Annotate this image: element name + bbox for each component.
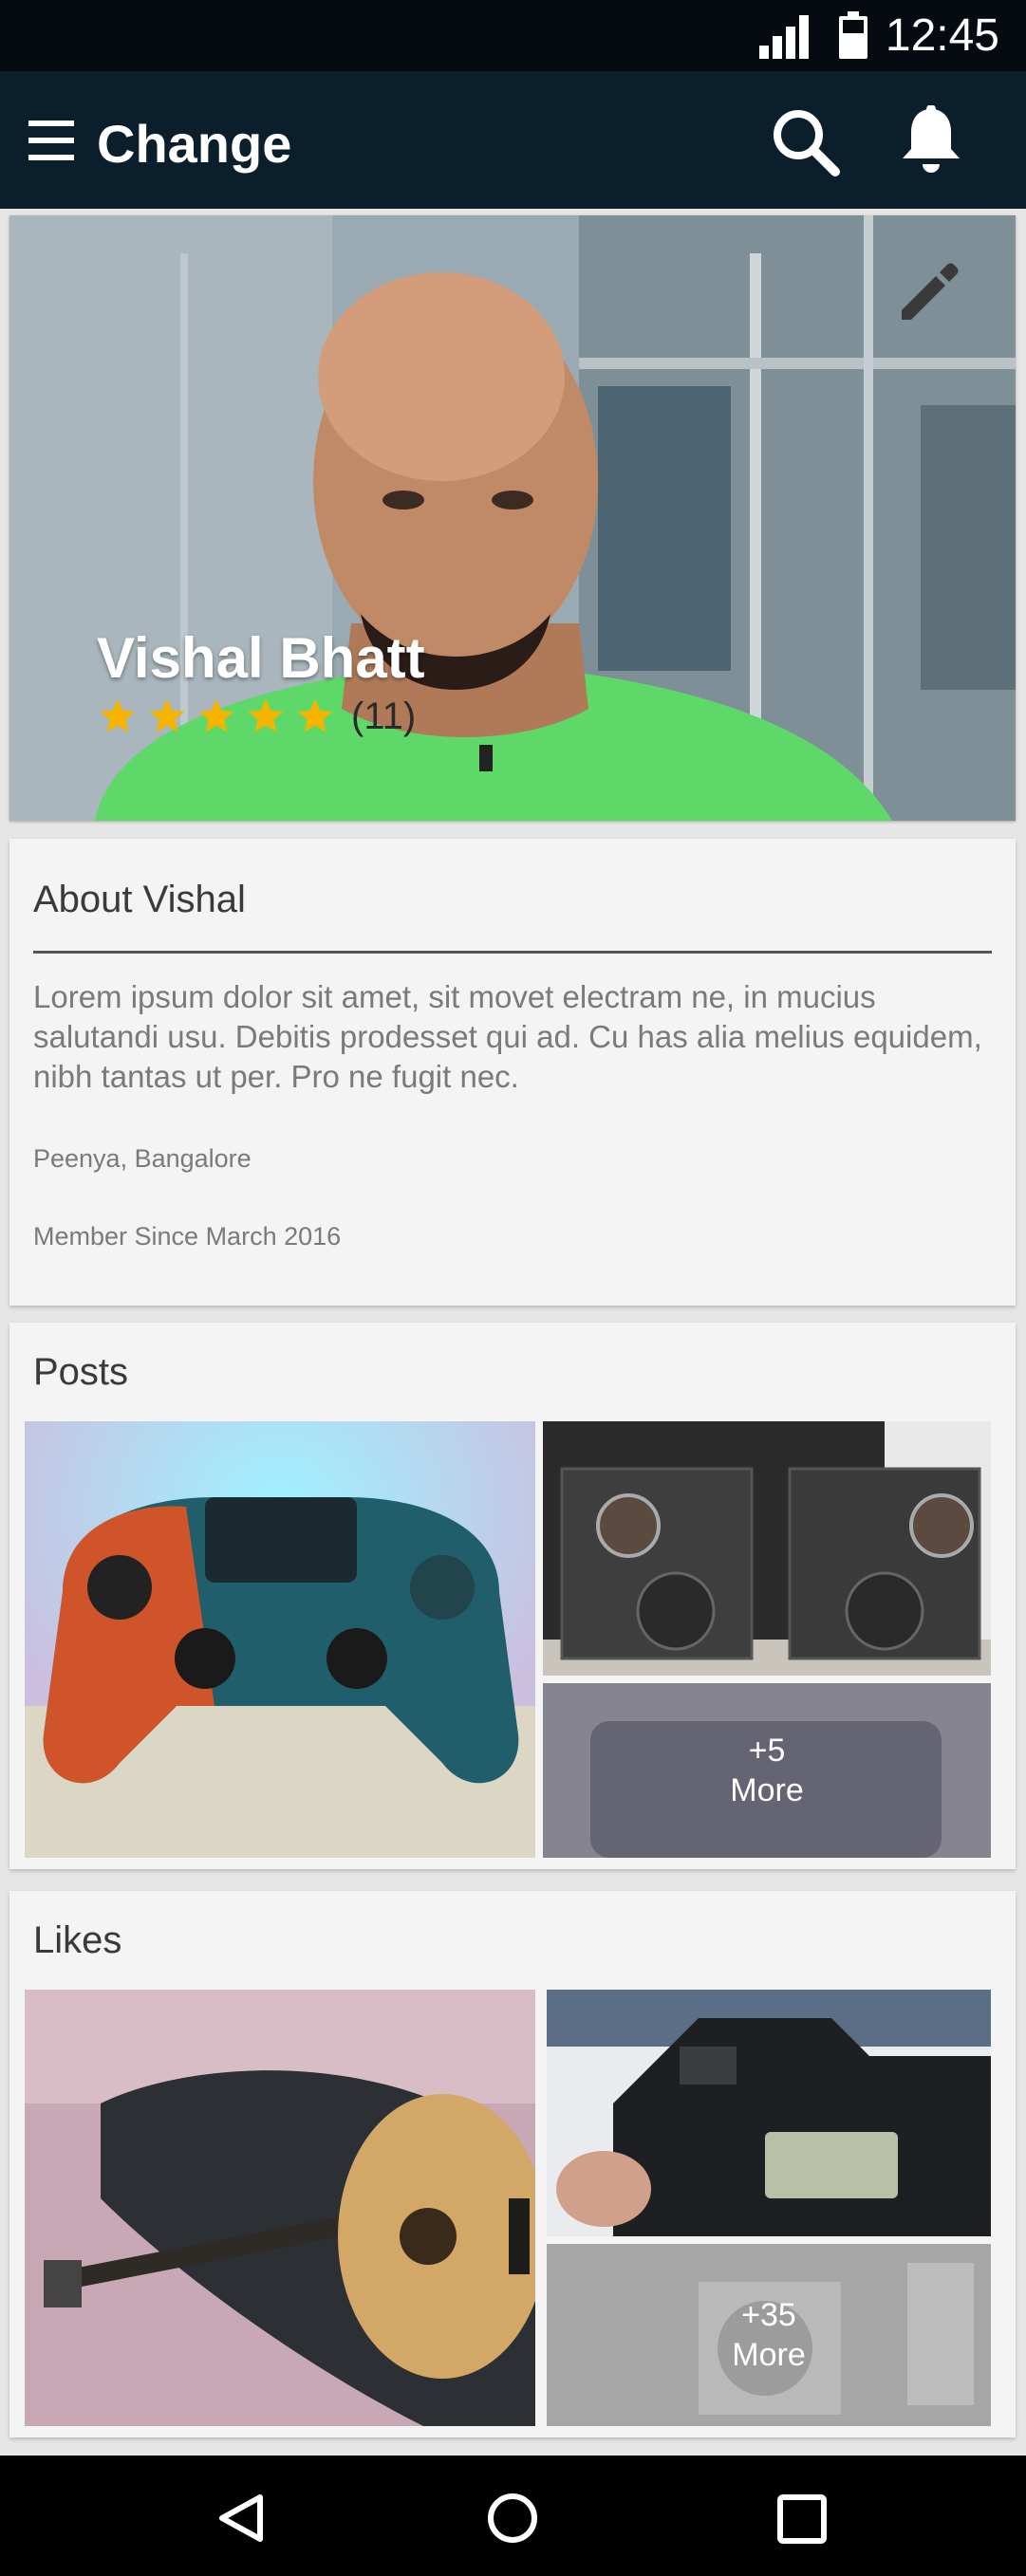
- posts-title: Posts: [33, 1351, 129, 1393]
- back-triangle-icon[interactable]: [215, 2492, 268, 2545]
- likes-card: Likes +35 More: [9, 1891, 1016, 2437]
- guitar-image: [25, 1990, 535, 2426]
- controller-image: [25, 1421, 535, 1858]
- about-title: About Vishal: [33, 879, 246, 920]
- member-since-text: Member Since March 2016: [33, 1222, 342, 1251]
- star-icon: [198, 698, 234, 732]
- rating-count: (11): [351, 695, 417, 737]
- about-card: About Vishal Lorem ipsum dolor sit amet,…: [9, 839, 1016, 1306]
- location-text: Peenya, Bangalore: [33, 1144, 252, 1173]
- more-text: More: [730, 1772, 804, 1808]
- more-count: +35: [741, 2297, 796, 2333]
- bell-icon[interactable]: [898, 105, 964, 177]
- system-nav-bar: [0, 2456, 1026, 2576]
- post-thumbnail-controller[interactable]: [25, 1421, 535, 1858]
- divider: [33, 951, 992, 954]
- search-icon[interactable]: [771, 107, 841, 177]
- like-more-button[interactable]: +35 More: [547, 2244, 991, 2426]
- star-icon: [297, 698, 333, 732]
- pencil-icon[interactable]: [896, 259, 962, 325]
- speakers-image: [543, 1421, 991, 1676]
- status-bar: 12:45: [0, 0, 1026, 71]
- profile-name: Vishal Bhatt: [97, 626, 425, 690]
- about-text: Lorem ipsum dolor sit amet, sit movet el…: [33, 979, 982, 1094]
- battery-icon: [839, 11, 867, 59]
- like-thumbnail-camera[interactable]: [547, 1990, 991, 2236]
- star-icon: [100, 698, 136, 732]
- like-thumbnail-guitar[interactable]: [25, 1990, 535, 2426]
- menu-icon[interactable]: [28, 120, 74, 160]
- posts-card: Posts +5 More: [9, 1323, 1016, 1869]
- star-icon: [149, 698, 185, 732]
- recent-square-icon[interactable]: [776, 2493, 828, 2545]
- post-thumbnail-speakers[interactable]: [543, 1421, 991, 1676]
- more-label: +35 More: [547, 2244, 991, 2426]
- likes-title: Likes: [33, 1919, 122, 1961]
- status-time: 12:45: [885, 10, 999, 61]
- camera-image: [547, 1990, 991, 2236]
- page-title: Change: [97, 114, 292, 174]
- app-bar: Change: [0, 71, 1026, 209]
- profile-header: Vishal Bhatt (11): [9, 215, 1016, 821]
- more-text: More: [732, 2337, 806, 2373]
- rating-stars: (11): [97, 690, 416, 743]
- star-icon: [248, 698, 284, 732]
- more-count: +5: [748, 1733, 786, 1769]
- post-more-button[interactable]: +5 More: [543, 1683, 991, 1858]
- more-label: +5 More: [543, 1683, 991, 1858]
- home-circle-icon[interactable]: [486, 2492, 539, 2545]
- signal-icon: [759, 15, 809, 59]
